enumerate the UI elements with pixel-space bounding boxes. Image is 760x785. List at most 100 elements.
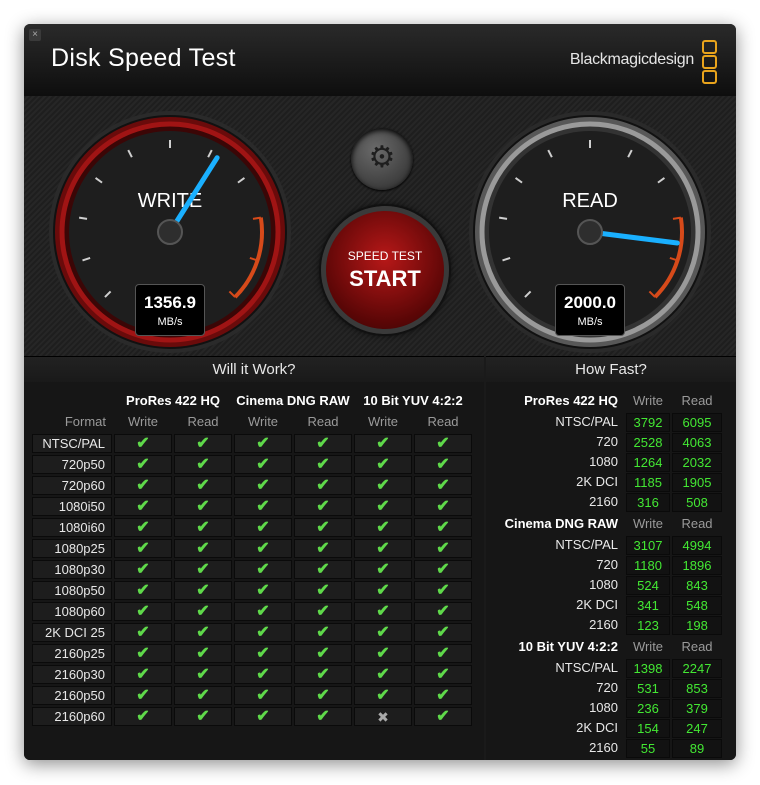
check-icon: ✔ [174, 665, 232, 684]
check-icon: ✔ [294, 497, 352, 516]
check-icon: ✔ [414, 497, 472, 516]
resolution-label: 2K DCI [576, 474, 618, 489]
title-bar: × Disk Speed Test Blackmagicdesign [24, 24, 736, 97]
resolution-label: NTSC/PAL [555, 537, 618, 552]
check-icon: ✔ [114, 644, 172, 663]
check-icon: ✔ [354, 539, 412, 558]
codec-group-header: Cinema DNG RAW [504, 516, 618, 531]
resolution-label: NTSC/PAL [555, 660, 618, 675]
read-frame-rate: 548 [672, 596, 722, 615]
close-button[interactable]: × [29, 29, 41, 41]
read-frame-rate: 1896 [672, 556, 722, 575]
read-column-header: Read [681, 516, 713, 531]
write-frame-rate: 55 [626, 739, 670, 758]
gauge-tick [78, 216, 88, 220]
format-column-header: Format [64, 414, 106, 429]
write-frame-rate: 154 [626, 719, 670, 738]
check-icon: ✔ [354, 644, 412, 663]
gauge-area: WRITE 1356.9 MB/s ⚙ SPEED TEST START REA… [24, 96, 736, 356]
check-icon: ✔ [354, 476, 412, 495]
check-icon: ✔ [114, 434, 172, 453]
read-gauge-label: READ [562, 190, 618, 212]
check-icon: ✔ [294, 686, 352, 705]
check-icon: ✔ [294, 581, 352, 600]
check-icon: ✔ [414, 455, 472, 474]
check-icon: ✔ [234, 665, 292, 684]
check-icon: ✔ [174, 455, 232, 474]
codec-header: ProRes 422 HQ [126, 393, 220, 408]
resolution-label: 2K DCI [576, 720, 618, 735]
check-icon: ✔ [354, 455, 412, 474]
check-icon: ✔ [414, 581, 472, 600]
read-frame-rate: 6095 [672, 413, 722, 432]
read-frame-rate: 4994 [672, 536, 722, 555]
start-button[interactable]: SPEED TEST START [321, 206, 449, 334]
read-unit: MB/s [577, 316, 603, 328]
cross-icon: ✖ [354, 707, 412, 726]
check-icon: ✔ [414, 623, 472, 642]
check-icon: ✔ [234, 644, 292, 663]
write-frame-rate: 1398 [626, 659, 670, 678]
check-icon: ✔ [294, 602, 352, 621]
check-icon: ✔ [294, 644, 352, 663]
check-icon: ✔ [114, 686, 172, 705]
format-label: 1080p25 [32, 539, 112, 558]
how-fast-panel: ProRes 422 HQ Write Read NTSC/PAL 3792 6095 72… [486, 382, 736, 760]
format-label: 2160p60 [32, 707, 112, 726]
resolution-label: 2160 [589, 740, 618, 755]
check-icon: ✔ [414, 707, 472, 726]
check-icon: ✔ [174, 518, 232, 537]
check-icon: ✔ [234, 602, 292, 621]
write-frame-rate: 531 [626, 679, 670, 698]
read-column-header: Read [187, 414, 219, 429]
check-icon: ✔ [174, 602, 232, 621]
check-icon: ✔ [294, 665, 352, 684]
read-frame-rate: 1905 [672, 473, 722, 492]
codec-header: 10 Bit YUV 4:2:2 [363, 393, 463, 408]
check-icon: ✔ [114, 623, 172, 642]
check-icon: ✔ [354, 602, 412, 621]
format-label: 1080i50 [32, 497, 112, 516]
write-frame-rate: 2528 [626, 433, 670, 452]
brand-name: Blackmagicdesign [569, 51, 694, 68]
check-icon: ✔ [174, 539, 232, 558]
check-icon: ✔ [354, 497, 412, 516]
read-frame-rate: 853 [672, 679, 722, 698]
resolution-label: 2160 [589, 494, 618, 509]
check-icon: ✔ [174, 686, 232, 705]
check-icon: ✔ [294, 539, 352, 558]
read-column-header: Read [307, 414, 339, 429]
write-frame-rate: 3107 [626, 536, 670, 555]
check-icon: ✔ [354, 623, 412, 642]
check-icon: ✔ [114, 560, 172, 579]
write-frame-rate: 1185 [626, 473, 670, 492]
check-icon: ✔ [174, 581, 232, 600]
start-main-label: START [349, 266, 421, 291]
check-icon: ✔ [114, 707, 172, 726]
check-icon: ✔ [234, 623, 292, 642]
check-icon: ✔ [174, 644, 232, 663]
check-icon: ✔ [114, 602, 172, 621]
write-frame-rate: 1180 [626, 556, 670, 575]
codec-group-header: ProRes 422 HQ [524, 393, 618, 408]
check-icon: ✔ [234, 434, 292, 453]
check-icon: ✔ [174, 434, 232, 453]
check-icon: ✔ [414, 665, 472, 684]
check-icon: ✔ [414, 476, 472, 495]
codec-header: Cinema DNG RAW [236, 393, 350, 408]
read-value: 2000.0 [564, 293, 616, 312]
read-frame-rate: 247 [672, 719, 722, 738]
read-frame-rate: 89 [672, 739, 722, 758]
format-label: 2160p30 [32, 665, 112, 684]
format-label: 2160p50 [32, 686, 112, 705]
read-column-header: Read [681, 639, 713, 654]
check-icon: ✔ [354, 434, 412, 453]
read-frame-rate: 508 [672, 493, 722, 512]
check-icon: ✔ [414, 539, 472, 558]
settings-button[interactable]: ⚙ [351, 128, 413, 190]
check-icon: ✔ [174, 623, 232, 642]
check-icon: ✔ [114, 497, 172, 516]
resolution-label: 2160 [589, 617, 618, 632]
check-icon: ✔ [234, 497, 292, 516]
check-icon: ✔ [294, 560, 352, 579]
